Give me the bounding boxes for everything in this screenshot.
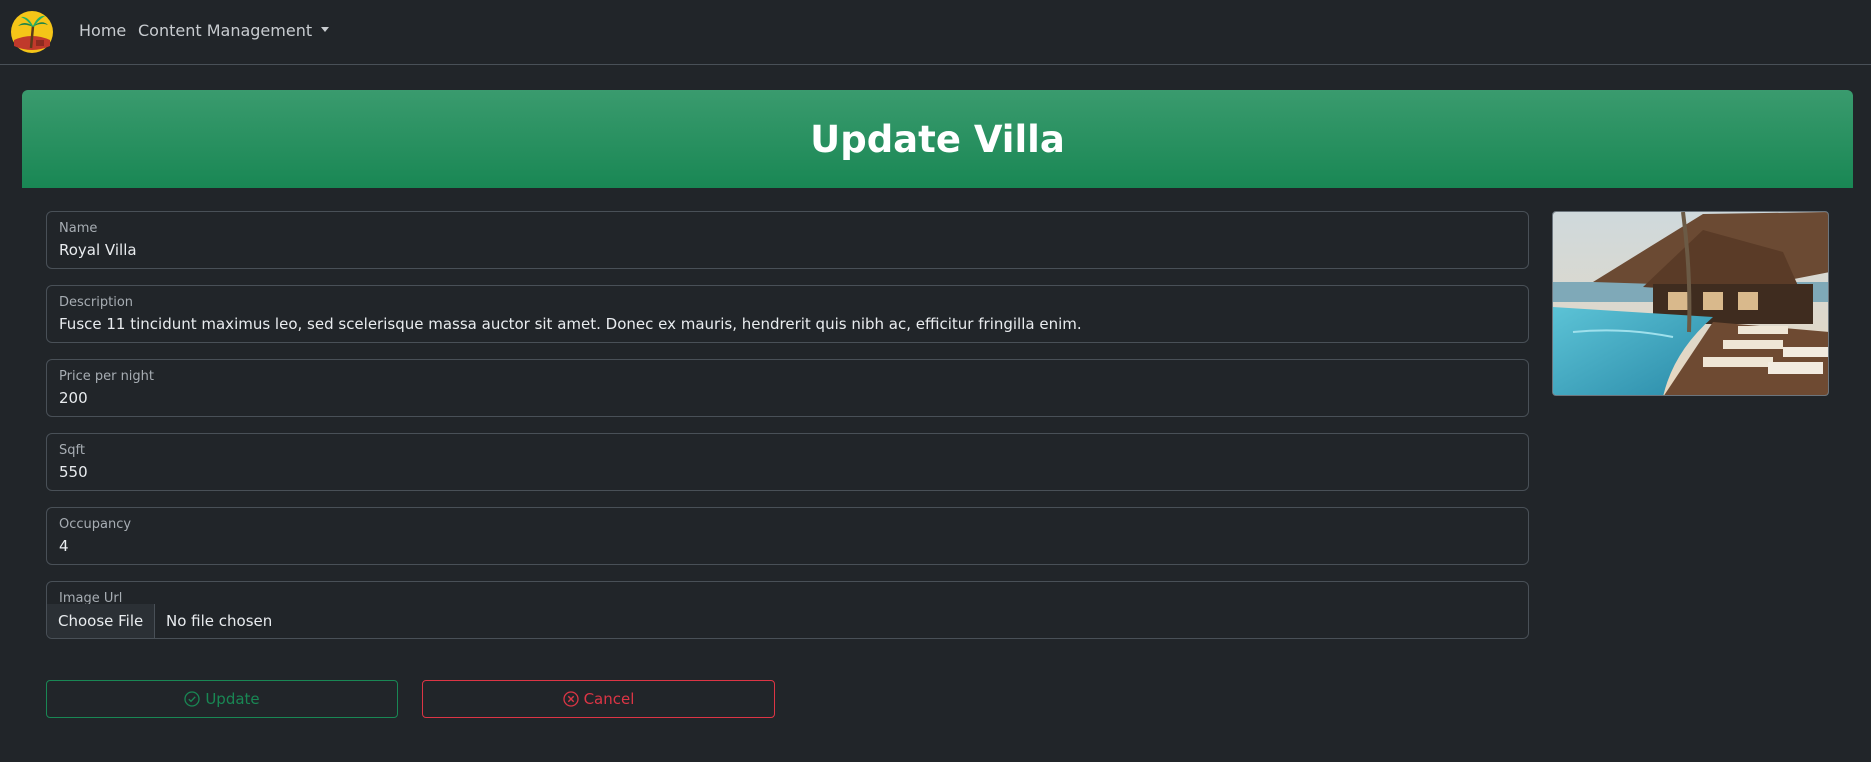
navbar: Home Content Management — [0, 0, 1871, 65]
sqft-input[interactable]: 550 — [59, 462, 1514, 482]
price-label: Price per night — [59, 369, 155, 384]
nav-content-management-dropdown[interactable]: Content Management — [138, 20, 330, 42]
name-field[interactable]: Name Royal Villa — [46, 211, 1529, 269]
sqft-label: Sqft — [59, 443, 85, 458]
x-circle-icon — [562, 691, 579, 707]
cancel-button[interactable]: Cancel — [422, 680, 775, 718]
villa-preview-image — [1552, 211, 1829, 396]
card-header: Update Villa — [22, 90, 1853, 188]
name-label: Name — [59, 221, 98, 236]
page-title: Update Villa — [810, 117, 1065, 161]
logo-icon[interactable] — [10, 10, 54, 54]
caret-down-icon — [321, 27, 330, 32]
update-button[interactable]: Update — [46, 680, 398, 718]
choose-file-button[interactable]: Choose File — [47, 604, 156, 638]
cancel-label: Cancel — [583, 690, 635, 708]
occupancy-field[interactable]: Occupancy 4 — [46, 507, 1529, 565]
description-field[interactable]: Description Fusce 11 tincidunt maximus l… — [46, 285, 1529, 343]
description-input[interactable]: Fusce 11 tincidunt maximus leo, sed scel… — [59, 314, 1514, 334]
nav-home-link[interactable]: Home — [79, 20, 126, 42]
update-label: Update — [205, 690, 260, 708]
description-label: Description — [59, 295, 134, 310]
price-input[interactable]: 200 — [59, 388, 1514, 408]
check-circle-icon — [184, 691, 200, 707]
nav-content-management-label: Content Management — [138, 21, 313, 40]
sqft-field[interactable]: Sqft 550 — [46, 433, 1529, 491]
occupancy-input[interactable]: 4 — [59, 536, 1514, 556]
file-status-text: No file chosen — [166, 612, 273, 630]
name-input[interactable]: Royal Villa — [59, 240, 1514, 260]
image-url-field[interactable]: Image Url Choose File No file chosen — [46, 581, 1529, 639]
price-field[interactable]: Price per night 200 — [46, 359, 1529, 417]
occupancy-label: Occupancy — [59, 517, 132, 532]
